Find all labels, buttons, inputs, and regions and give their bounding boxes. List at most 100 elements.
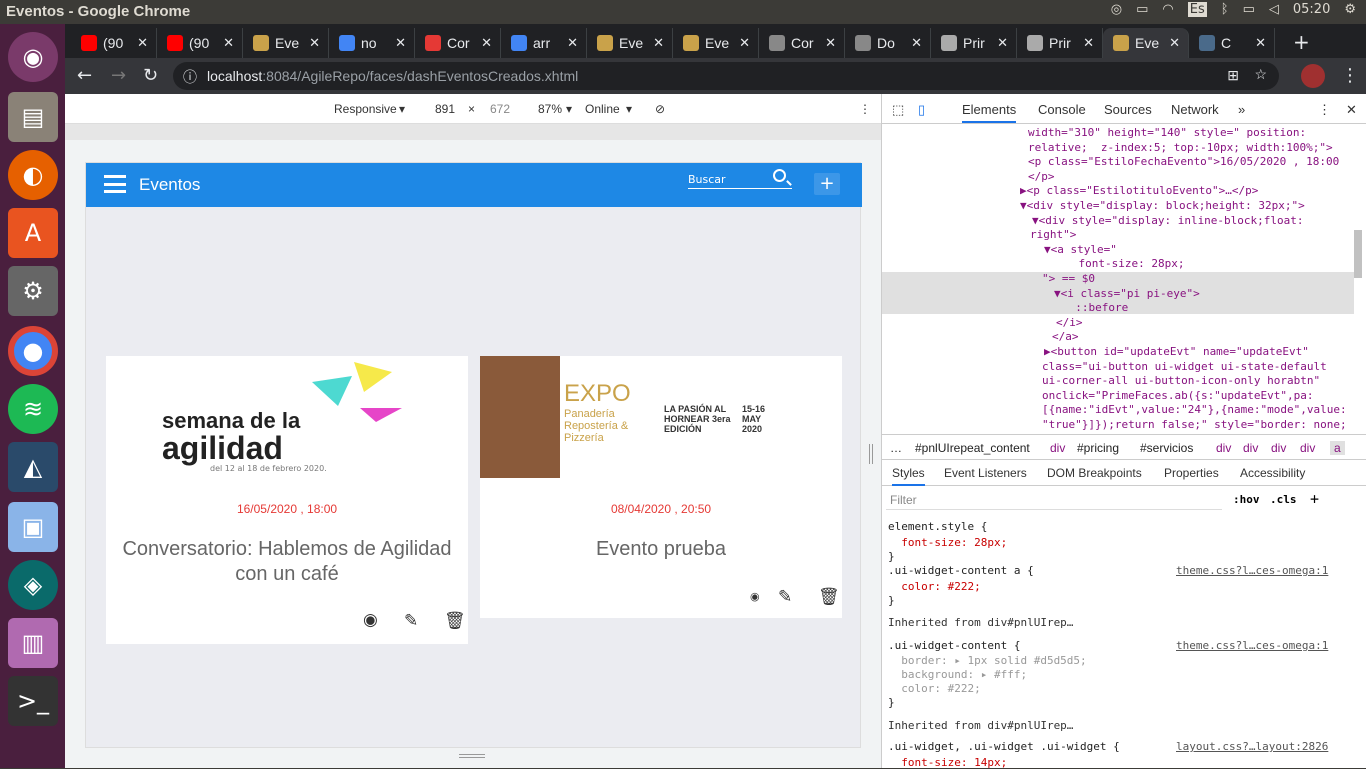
dom-node-line[interactable]: </p> [1028,170,1055,185]
tab-accessibility[interactable]: Accessibility [1240,466,1305,480]
reload-icon[interactable]: ↻ [143,65,158,86]
style-rule-line[interactable]: border: ▸ 1px solid #d5d5d5; [888,654,1086,667]
new-tab-button[interactable]: + [1293,30,1310,54]
dom-tree[interactable]: width="310" height="140" style=" positio… [882,124,1354,432]
browser-tab[interactable]: arr ✕ [501,28,587,58]
tab-event-listeners[interactable]: Event Listeners [944,466,1027,480]
breadcrumb-item[interactable]: … [890,441,902,455]
edit-event-pencil-icon[interactable]: ✎ [404,611,418,631]
close-tab-icon[interactable]: ✕ [911,35,922,51]
battery-icon[interactable]: ▭ [1243,2,1255,17]
firefox-icon[interactable]: ◐ [8,150,58,200]
breadcrumb-item[interactable]: #pricing [1077,441,1119,455]
dom-node-line[interactable]: ::before [1062,301,1128,316]
dom-node-line[interactable]: ▶<button id="updateEvt" name="updateEvt" [1044,345,1309,360]
browser-tab[interactable]: Cor ✕ [415,28,501,58]
bluetooth-icon[interactable]: ᛒ [1221,2,1229,17]
new-rule-icon[interactable]: + [1310,490,1319,508]
dom-node-line[interactable]: onclick="PrimeFaces.ab({s:"updateEvt",pa… [1042,389,1314,404]
bookmark-star-icon[interactable]: ☆ [1254,66,1267,83]
browser-tab[interactable]: Prir ✕ [931,28,1017,58]
dom-node-line[interactable]: font-size: 28px; [1052,257,1184,272]
delete-event-trash-icon[interactable]: 🗑 [818,587,840,607]
files-icon[interactable]: ▤ [8,92,58,142]
styles-filter-input[interactable]: Filter [886,490,1222,510]
camera-icon[interactable]: ▭ [1136,2,1148,17]
search-input[interactable]: Buscar [688,169,792,189]
media-query-bar[interactable] [65,124,881,140]
dom-node-line[interactable]: "> == $0 [1042,272,1095,287]
profile-avatar[interactable] [1301,64,1325,88]
style-source-link[interactable]: theme.css?l…ces-omega:1 [1176,564,1328,577]
software-center-icon[interactable]: A [8,208,58,258]
viewport-resize-handle[interactable] [459,754,485,758]
devtools-close-icon[interactable]: ✕ [1346,102,1357,118]
volume-icon[interactable]: ◁ [1269,2,1279,17]
style-source-link[interactable]: theme.css?l…ces-omega:1 [1176,639,1328,652]
menu-icon[interactable]: ⋮ [1341,65,1359,86]
dom-scrollbar[interactable] [1354,230,1362,278]
tab-dom-breakpoints[interactable]: DOM Breakpoints [1047,466,1142,480]
dom-node-line[interactable]: </a> [1052,330,1079,345]
device-width[interactable]: 891 [435,102,455,116]
style-rule-line[interactable]: color: #222; [888,682,980,695]
close-tab-icon[interactable]: ✕ [997,35,1008,51]
close-tab-icon[interactable]: ✕ [395,35,406,51]
close-tab-icon[interactable]: ✕ [309,35,320,51]
breadcrumb-item[interactable]: div [1271,441,1286,455]
keyboard-language[interactable]: Es [1187,2,1207,17]
tab-elements[interactable]: Elements [962,102,1017,123]
breadcrumb-item[interactable]: #servicios [1140,441,1193,455]
breadcrumb-item[interactable]: a [1330,441,1345,455]
settings-icon[interactable]: ⚙ [8,266,58,316]
zoom-select[interactable]: 87% [538,102,562,116]
dom-node-line[interactable]: ▼<div style="display: inline-block;float… [1032,214,1304,229]
device-height[interactable]: 672 [490,102,510,116]
search-icon[interactable] [773,169,786,182]
dom-node-line[interactable]: ▼<i class="pi pi-eye"> [1054,287,1200,302]
dom-node-line[interactable]: relative; z-index:5; top:-10px; width:10… [1028,141,1333,156]
throttle-select[interactable]: Online [585,102,620,116]
device-toggle-icon[interactable]: ▯ [918,102,925,118]
close-tab-icon[interactable]: ✕ [825,35,836,51]
style-rule-line[interactable]: font-size: 14px; [888,756,1007,769]
browser-tab[interactable]: C ✕ [1189,28,1275,58]
close-tab-icon[interactable]: ✕ [739,35,750,51]
device-mode-select[interactable]: Responsive [334,102,397,116]
power-icon[interactable]: ⚙ [1344,2,1356,17]
dom-node-line[interactable]: <p class="EstiloFechaEvento">16/05/2020 … [1028,155,1339,170]
close-tab-icon[interactable]: ✕ [653,35,664,51]
dom-node-line[interactable]: </i> [1056,316,1083,331]
app-icon[interactable]: ▥ [8,618,58,668]
delete-event-trash-icon[interactable]: 🗑 [444,611,466,631]
dom-node-line[interactable]: width="310" height="140" style=" positio… [1028,126,1306,141]
close-tab-icon[interactable]: ✕ [223,35,234,51]
close-tab-icon[interactable]: ✕ [481,35,492,51]
dom-node-line[interactable]: [{name:"idEvt",value:"24"},{name:"mode",… [1042,403,1347,418]
close-tab-icon[interactable]: ✕ [1255,35,1266,51]
tab-console[interactable]: Console [1038,102,1086,117]
devtools-menu-icon[interactable]: ⋮ [1318,102,1331,118]
dom-node-line[interactable]: ui-corner-all ui-button-icon-only horabt… [1042,374,1320,389]
viewport-side-resize-handle[interactable] [869,444,873,464]
translate-icon[interactable]: ⊞ [1227,67,1239,84]
hover-state-toggle[interactable]: :hov [1233,493,1260,506]
browser-tab[interactable]: Eve ✕ [587,28,673,58]
mysql-workbench-icon[interactable]: ◭ [8,442,58,492]
browser-tab[interactable]: Do ✕ [845,28,931,58]
close-tab-icon[interactable]: ✕ [1083,35,1094,51]
view-event-eye-icon[interactable]: ◉ [363,610,378,630]
spotify-icon[interactable]: ≋ [8,384,58,434]
inspect-element-icon[interactable]: ⬚ [892,102,904,118]
tab-network[interactable]: Network [1171,102,1219,117]
browser-tab[interactable]: Prir ✕ [1017,28,1103,58]
ubuntu-dash-icon[interactable]: ◉ [8,32,58,82]
edit-event-pencil-icon[interactable]: ✎ [778,587,792,607]
browser-tab[interactable]: Eve ✕ [243,28,329,58]
dom-node-line[interactable]: "true"}]});return false;" style="border:… [1042,418,1347,432]
rotate-icon[interactable]: ⊘ [655,102,665,116]
style-rule-line[interactable]: background: ▸ #fff; [888,668,1027,681]
style-rule-line[interactable]: font-size: 28px; [888,536,1007,549]
style-source-link[interactable]: layout.css?…layout:2826 [1176,740,1328,753]
clock[interactable]: 05:20 [1293,2,1330,17]
